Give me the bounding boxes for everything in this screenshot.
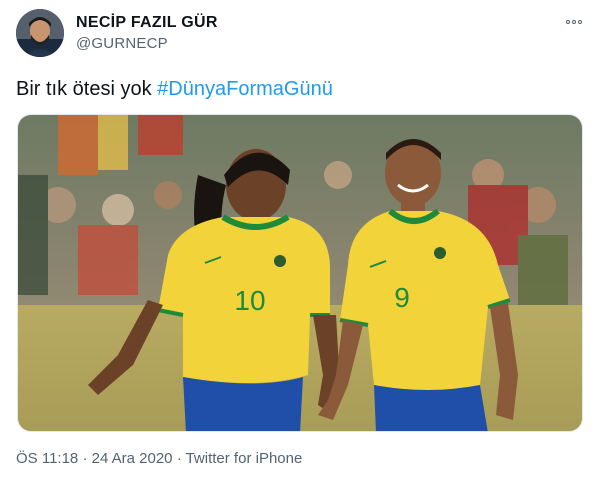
meta-separator: · — [82, 450, 88, 467]
tweet-time[interactable]: ÖS 11:18 — [16, 450, 78, 467]
more-options-icon[interactable] — [562, 12, 586, 32]
hashtag-link[interactable]: #DünyaFormaGünü — [157, 78, 333, 100]
tweet-source[interactable]: Twitter for iPhone — [186, 450, 303, 467]
display-name[interactable]: NECİP FAZIL GÜR — [76, 13, 218, 33]
author-block: NECİP FAZIL GÜR @GURNECP — [76, 13, 218, 54]
tweet-text: Bir tık ötesi yok #DünyaFormaGünü — [16, 76, 333, 102]
tweet-metadata: ÖS 11:18 · 24 Ara 2020 · Twitter for iPh… — [16, 450, 302, 467]
tweet-photo[interactable]: 10 9 — [17, 114, 583, 432]
user-handle[interactable]: @GURNECP — [76, 34, 218, 54]
meta-separator: · — [176, 450, 182, 467]
jersey-number-9: 9 — [394, 282, 410, 313]
jersey-number-10: 10 — [234, 285, 265, 316]
photo-illustration: 10 9 — [18, 115, 582, 431]
tweet-date[interactable]: 24 Ara 2020 — [92, 450, 173, 467]
tweet-body: Bir tık ötesi yok — [16, 78, 152, 100]
avatar[interactable] — [16, 9, 64, 57]
tweet-card: NECİP FAZIL GÜR @GURNECP Bir tık ötesi y… — [0, 0, 600, 482]
